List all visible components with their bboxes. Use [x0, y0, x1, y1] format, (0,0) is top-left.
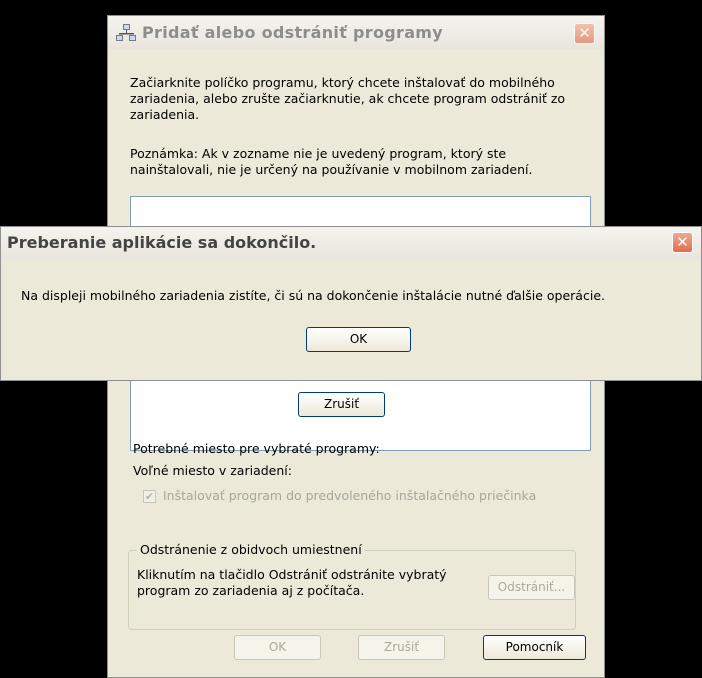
- cancel-button-footer[interactable]: Zrušiť: [358, 635, 445, 660]
- window-title: Pridať alebo odstrániť programy: [142, 23, 443, 42]
- install-default-label: Inštalovať program do predvoleného inšta…: [163, 488, 537, 503]
- network-programs-icon: [116, 24, 136, 41]
- dialog-ok-button[interactable]: OK: [306, 327, 411, 352]
- cancel-button-middle[interactable]: Zrušiť: [298, 392, 385, 417]
- close-icon[interactable]: ✕: [574, 23, 595, 44]
- help-button-label: Pomocník: [505, 640, 564, 654]
- download-complete-dialog: Preberanie aplikácie sa dokončilo. ✕ Na …: [0, 226, 702, 381]
- space-required-label: Potrebné miesto pre vybraté programy:: [133, 441, 380, 456]
- dialog-title: Preberanie aplikácie sa dokončilo.: [7, 233, 317, 252]
- close-icon[interactable]: ✕: [672, 232, 693, 253]
- instructions-text: Začiarknite políčko programu, ktorý chce…: [130, 75, 566, 122]
- remove-description: Kliknutím na tlačidlo Odstrániť odstráni…: [137, 567, 447, 598]
- remove-both-group: Odstránenie z obidvoch umiestnení Kliknu…: [128, 542, 576, 630]
- help-button[interactable]: Pomocník: [483, 635, 586, 660]
- dialog-message: Na displeji mobilného zariadenia zistíte…: [21, 288, 605, 303]
- remove-group-title: Odstránenie z obidvoch umiestnení: [137, 542, 365, 557]
- ok-button-footer[interactable]: OK: [234, 635, 321, 660]
- space-free-label: Voľné miesto v zariadení:: [133, 463, 292, 478]
- remove-button[interactable]: Odstrániť...: [488, 575, 575, 600]
- install-default-checkbox[interactable]: ✔: [143, 490, 156, 503]
- note-text: Poznámka: Ak v zozname nie je uvedený pr…: [130, 146, 533, 177]
